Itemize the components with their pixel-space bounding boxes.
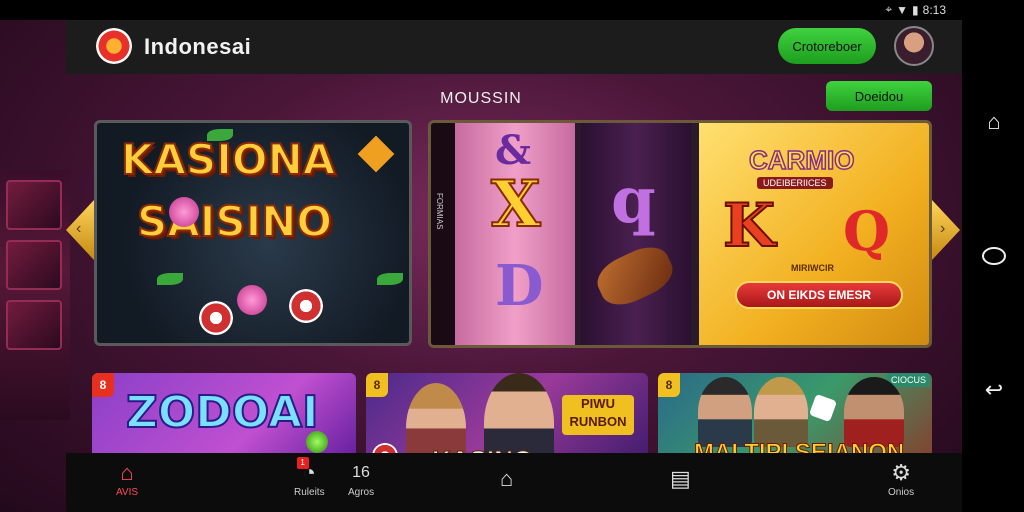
app-header: Indonesai Crotoreboer <box>66 20 962 74</box>
diamond-icon <box>357 135 395 173</box>
reel-symbol: D <box>495 253 544 319</box>
reel-symbol-fruit <box>590 239 680 313</box>
chevron-left-icon: ‹ <box>76 220 82 237</box>
slot-reel-2: q <box>581 123 691 345</box>
banner-subtitle: UDEIBERIICES <box>757 177 833 189</box>
character-woman <box>754 377 808 447</box>
slot-machine-decoration <box>6 300 62 350</box>
section-action-button[interactable]: Doeidou <box>826 81 932 111</box>
circle-icon <box>982 247 1006 265</box>
back-arrow-icon: ↩ <box>984 377 1004 402</box>
casino-chip-icon <box>199 301 233 335</box>
banner-title-line-2: SAISINO <box>136 196 333 247</box>
slot-machine-decoration <box>6 180 62 230</box>
banner-side-label: FORMIAS <box>431 123 455 345</box>
carousel-next-button[interactable]: › <box>932 200 960 260</box>
system-overview-button[interactable] <box>980 242 1008 270</box>
game-card-subtitle: PIWU RUNBON <box>562 395 634 435</box>
carousel-prev-button[interactable]: ‹ <box>66 200 94 260</box>
timer-icon: ◔ 1 <box>296 457 316 485</box>
brand-logo[interactable] <box>96 28 132 64</box>
nav-item-list[interactable]: ▤ <box>670 467 691 491</box>
carousel-banner-2[interactable]: FORMIAS & X D q CARMIO UDEIBERIICES K Q … <box>428 120 932 348</box>
game-card-title: ZODOAI <box>125 386 319 439</box>
status-icons: ⌖ ▼ ▮ 8:13 <box>885 2 946 17</box>
nav-item-home[interactable]: ⌂ <box>500 467 513 491</box>
brand-name: Indonesai <box>144 34 252 59</box>
banner-small-text: MIRIWCIR <box>791 263 834 273</box>
character-man <box>844 377 904 447</box>
nav-item-onios[interactable]: ⚙ Onios <box>888 460 914 499</box>
clock: 8:13 <box>922 2 946 17</box>
system-home-button[interactable]: ⌂ <box>980 108 1008 136</box>
list-icon: ▤ <box>670 466 691 491</box>
banner-cta-button[interactable]: ON EIKDS EMESR <box>735 281 903 309</box>
gear-icon: ⚙ <box>891 460 911 485</box>
leaf-decoration <box>157 273 183 285</box>
app-screen: Indonesai Crotoreboer MOUSSIN Doeidou ‹ … <box>0 20 962 512</box>
system-back-button[interactable]: ↩ <box>980 376 1008 404</box>
reel-symbol: X <box>490 166 542 243</box>
signal-icon: ▮ <box>912 2 919 17</box>
house-icon: ⌂ <box>500 466 514 491</box>
home-icon: ⌂ <box>120 460 134 485</box>
card-symbol-q: Q <box>843 199 891 263</box>
card-tag: 8 <box>658 373 680 397</box>
card-symbol-k: K <box>722 190 776 262</box>
banner-brand: CARMIO <box>748 144 855 176</box>
home-outline-icon: ⌂ <box>987 109 1001 134</box>
banner-title-line-1: KASIONA <box>120 134 336 185</box>
carousel-banner-1[interactable]: KASIONA SAISINO <box>94 120 412 346</box>
slot-reel-1: & X D <box>455 123 575 345</box>
character-man <box>698 377 752 447</box>
slot-machine-decoration <box>6 240 62 290</box>
status-bar: ⌖ ▼ ▮ 8:13 <box>0 0 1024 20</box>
header-action-button[interactable]: Crotoreboer <box>778 28 876 64</box>
chevron-right-icon: › <box>940 220 946 237</box>
card-tag: 8 <box>92 373 114 397</box>
nav-count: 16 <box>352 464 370 481</box>
card-tag: 8 <box>366 373 388 397</box>
system-navigation-bar: ⌂ ↩ <box>962 0 1024 512</box>
casino-chip-icon <box>289 289 323 323</box>
leaf-decoration <box>377 273 403 285</box>
nav-item-avis[interactable]: ⌂ AVIS <box>116 460 138 499</box>
wifi-icon: ▼ <box>896 2 909 17</box>
candy-decoration <box>169 197 199 227</box>
lollipop-decoration <box>237 285 267 315</box>
background-slot-machines <box>0 170 70 420</box>
dice-icon <box>808 393 838 423</box>
reel-symbol: q <box>611 163 656 238</box>
section-title: MOUSSIN <box>440 90 522 107</box>
bottom-navigation: ⌂ AVIS ◔ 1 Ruleits 16 Agros ⌂ ▤ ⚙ Onios <box>66 453 962 512</box>
notification-badge: 1 <box>296 457 309 469</box>
avatar[interactable] <box>894 26 934 66</box>
gem-icon <box>306 431 328 453</box>
location-icon: ⌖ <box>885 2 893 16</box>
nav-item-ruleits[interactable]: ◔ 1 Ruleits <box>294 457 325 498</box>
nav-item-agros[interactable]: 16 Agros <box>348 461 374 498</box>
